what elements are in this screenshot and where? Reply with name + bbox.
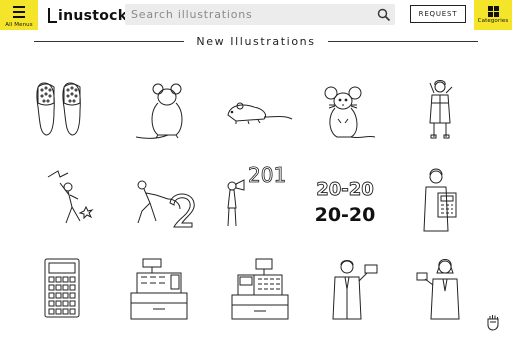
- illustration-businesswoman-with-card[interactable]: [407, 255, 487, 325]
- illustration-sandals[interactable]: [30, 75, 110, 145]
- illustration-woman-with-calculator[interactable]: [402, 165, 482, 235]
- illustration-pos-register[interactable]: [220, 255, 300, 325]
- text-2020-outline: 20-20: [316, 179, 374, 200]
- illustration-cash-register[interactable]: [123, 255, 203, 325]
- illustration-grid: 201 20-20 20-20: [0, 0, 512, 338]
- text-2020-solid: 20-20: [315, 204, 376, 226]
- illustration-rat-back-view[interactable]: [128, 75, 208, 145]
- fist-icon[interactable]: [483, 311, 503, 331]
- illustration-rat-front[interactable]: [305, 75, 385, 145]
- illustration-businessman-with-card[interactable]: [315, 255, 395, 325]
- illustration-woman-winter-coat[interactable]: [400, 75, 480, 145]
- illustration-mouse-side[interactable]: [218, 75, 298, 145]
- illustration-man-megaphone-201[interactable]: 201: [210, 162, 290, 232]
- illustration-man-pulling-number-2[interactable]: [122, 165, 202, 235]
- megaphone-text: 201: [248, 163, 286, 187]
- illustration-calculator[interactable]: [37, 255, 117, 325]
- illustration-man-throwing[interactable]: [38, 165, 118, 235]
- illustration-text-2020[interactable]: 20-20 20-20: [305, 165, 385, 235]
